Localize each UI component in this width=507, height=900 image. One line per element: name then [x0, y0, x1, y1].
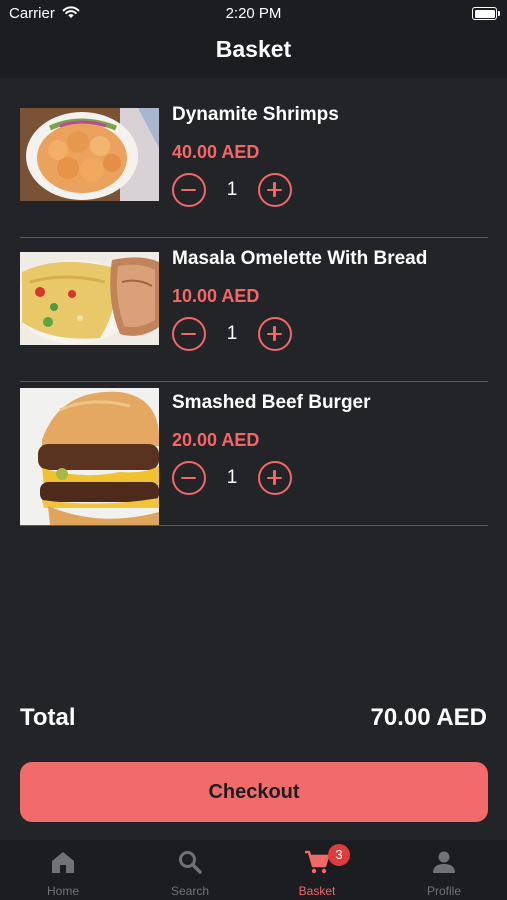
cart-badge: 3	[328, 844, 350, 866]
tab-home[interactable]: Home	[0, 840, 126, 900]
checkout-button[interactable]: Checkout	[20, 762, 488, 822]
masala-omelette-photo	[20, 252, 159, 345]
tab-bar: Home Search 3 Basket Profile	[0, 840, 507, 900]
basket-item: Masala Omelette With Bread 10.00 AED 1	[20, 238, 488, 382]
home-icon	[50, 849, 76, 875]
item-price: 10.00 AED	[172, 286, 260, 306]
basket-item: Dynamite Shrimps 40.00 AED 1	[20, 94, 488, 238]
tab-search[interactable]: Search	[127, 840, 253, 900]
quantity-stepper: 1	[172, 317, 312, 351]
battery-icon	[472, 7, 500, 20]
decrease-quantity-button[interactable]	[172, 461, 206, 495]
increase-quantity-button[interactable]	[258, 461, 292, 495]
basket-item: Smashed Beef Burger 20.00 AED 1	[20, 382, 488, 526]
cart-icon	[304, 849, 330, 875]
tab-profile-label: Profile	[426, 884, 461, 898]
tab-search-label: Search	[170, 884, 210, 898]
tab-basket[interactable]: 3 Basket	[254, 840, 380, 900]
quantity-stepper: 1	[172, 461, 312, 495]
person-icon	[431, 849, 457, 875]
tab-profile[interactable]: Profile	[381, 840, 507, 900]
page-title: Basket	[215, 36, 292, 62]
increase-quantity-button[interactable]	[258, 173, 292, 207]
total-value: 70.00 AED	[370, 704, 487, 731]
total-label: Total	[20, 704, 76, 731]
tab-home-label: Home	[46, 884, 79, 898]
search-icon	[177, 849, 203, 875]
decrease-quantity-button[interactable]	[172, 317, 206, 351]
item-price: 40.00 AED	[172, 142, 260, 162]
status-time: 2:20 PM	[225, 5, 282, 22]
item-quantity: 1	[226, 467, 238, 488]
tab-basket-label: Basket	[298, 884, 336, 898]
basket-list: Dynamite Shrimps 40.00 AED 1 Masala Omel…	[20, 94, 488, 526]
item-price: 20.00 AED	[172, 430, 260, 450]
increase-quantity-button[interactable]	[258, 317, 292, 351]
dynamite-shrimps-photo	[20, 108, 159, 201]
item-quantity: 1	[226, 323, 238, 344]
decrease-quantity-button[interactable]	[172, 173, 206, 207]
item-quantity: 1	[226, 179, 238, 200]
top-bar: Carrier 2:20 PM Basket	[0, 0, 507, 78]
item-name: Dynamite Shrimps	[172, 104, 339, 125]
item-name: Smashed Beef Burger	[172, 392, 371, 413]
status-bar: Carrier 2:20 PM	[0, 0, 507, 28]
item-name: Masala Omelette With Bread	[172, 248, 428, 269]
quantity-stepper: 1	[172, 173, 312, 207]
beef-burger-photo	[20, 388, 159, 525]
